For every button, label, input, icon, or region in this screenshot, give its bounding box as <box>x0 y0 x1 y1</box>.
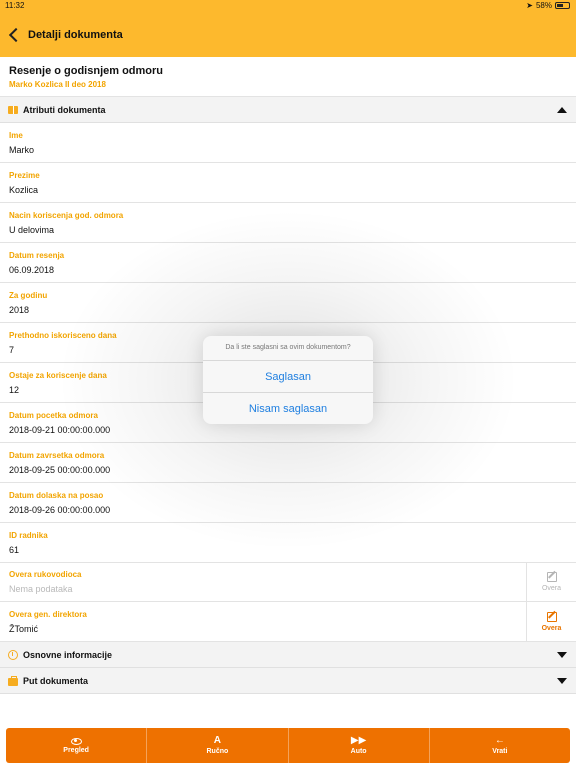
field-label: ID radnika <box>9 531 48 540</box>
agree-button[interactable]: Saglasan <box>203 361 373 393</box>
field-label: Overa gen. direktora <box>9 610 87 619</box>
field-label: Za godinu <box>9 291 48 300</box>
collapse-caret-icon <box>557 106 567 113</box>
attribute-row: Nacin koriscenja god. odmora U delovima <box>0 203 576 243</box>
field-value: U delovima <box>9 225 55 235</box>
disagree-button[interactable]: Nisam saglasan <box>203 393 373 424</box>
approve-label: Overa <box>541 624 562 632</box>
field-value: 2018-09-25 00:00:00.000 <box>9 465 111 475</box>
info-icon <box>8 649 18 660</box>
manual-a-icon: A <box>213 735 221 746</box>
field-value: 2018 <box>9 305 30 315</box>
approval-director-row: Overa gen. direktora ŽTomić Overa <box>0 602 576 642</box>
auto-label: Auto <box>350 748 367 755</box>
status-bar: 11:32 ➤ 58% <box>0 0 576 12</box>
return-button[interactable]: ← Vrati <box>430 728 570 763</box>
navigation-bar: Detalji dokumenta <box>0 12 576 57</box>
field-label: Overa rukovodioca <box>9 570 82 579</box>
attribute-row: Datum dolaska na posao 2018-09-26 00:00:0… <box>0 483 576 523</box>
attribute-row: Datum zavrsetka odmora 2018-09-25 00:00:0… <box>0 443 576 483</box>
briefcase-icon <box>8 675 18 686</box>
book-icon <box>8 105 18 114</box>
field-value: Nema podataka <box>9 584 73 594</box>
field-value: Kozlica <box>9 185 39 195</box>
return-label: Vrati <box>492 748 508 755</box>
section-attributes-label: Atributi dokumenta <box>23 104 106 115</box>
field-label: Prezime <box>9 171 40 180</box>
attribute-row: Datum resenja 06.09.2018 <box>0 243 576 283</box>
field-label: Ime <box>9 131 23 140</box>
section-basic-info-label: Osnovne informacije <box>23 649 113 660</box>
field-value: Marko <box>9 145 35 155</box>
field-value: 2018-09-21 00:00:00.000 <box>9 425 111 435</box>
edit-icon <box>546 571 557 582</box>
section-doc-path-label: Put dokumenta <box>23 675 89 686</box>
fast-forward-icon: ▶▶ <box>350 735 367 746</box>
field-label: Datum resenja <box>9 251 65 260</box>
field-value: ŽTomić <box>9 624 38 634</box>
approve-manager-button[interactable]: Overa <box>526 562 576 601</box>
attribute-row: Za godinu 2018 <box>0 283 576 323</box>
manual-button[interactable]: A Ručno <box>147 728 289 763</box>
expand-caret-icon <box>557 677 567 684</box>
battery-percent: 58% <box>535 1 552 10</box>
field-label: Nacin koriscenja god. odmora <box>9 211 124 220</box>
location-icon: ➤ <box>526 1 533 10</box>
confirm-alert: Da li ste saglasni sa ovim dokumentom? S… <box>203 336 373 424</box>
field-value: 2018-09-26 00:00:00.000 <box>9 505 111 515</box>
edit-icon <box>546 611 557 622</box>
back-chevron-icon[interactable] <box>8 27 24 42</box>
approve-director-button[interactable]: Overa <box>526 602 576 641</box>
manual-label: Ručno <box>206 748 229 755</box>
section-doc-path[interactable]: Put dokumenta <box>0 668 576 694</box>
field-value: 06.09.2018 <box>9 265 55 275</box>
status-time: 11:32 <box>5 1 25 10</box>
document-header: Resenje o godisnjem odmoru Marko Kozlica… <box>0 57 576 97</box>
attribute-row: ID radnika 61 <box>0 523 576 563</box>
auto-button[interactable]: ▶▶ Auto <box>289 728 430 763</box>
section-attributes[interactable]: Atributi dokumenta <box>0 97 576 123</box>
bottom-toolbar: Pregled A Ručno ▶▶ Auto ← Vrati <box>6 728 570 763</box>
attribute-row: Ime Marko <box>0 123 576 163</box>
expand-caret-icon <box>557 651 567 658</box>
eye-icon <box>70 737 82 745</box>
section-basic-info[interactable]: Osnovne informacije <box>0 642 576 668</box>
arrow-left-icon: ← <box>494 735 505 746</box>
preview-label: Pregled <box>63 746 89 754</box>
approval-manager-row: Overa rukovodioca Nema podataka Overa <box>0 562 576 602</box>
status-indicators: ➤ 58% <box>526 1 570 10</box>
battery-icon <box>555 2 570 9</box>
approve-label: Overa <box>541 584 562 592</box>
document-subtitle: Marko Kozlica II deo 2018 <box>9 80 106 89</box>
alert-message: Da li ste saglasni sa ovim dokumentom? <box>203 336 373 361</box>
page-title: Detalji dokumenta <box>28 28 123 41</box>
preview-button[interactable]: Pregled <box>6 728 148 763</box>
field-label: Datum zavrsetka odmora <box>9 451 105 460</box>
field-value: 61 <box>9 545 20 555</box>
document-title: Resenje o godisnjem odmoru <box>9 65 164 77</box>
attribute-row: Prezime Kozlica <box>0 163 576 203</box>
field-label: Datum dolaska na posao <box>9 491 104 500</box>
